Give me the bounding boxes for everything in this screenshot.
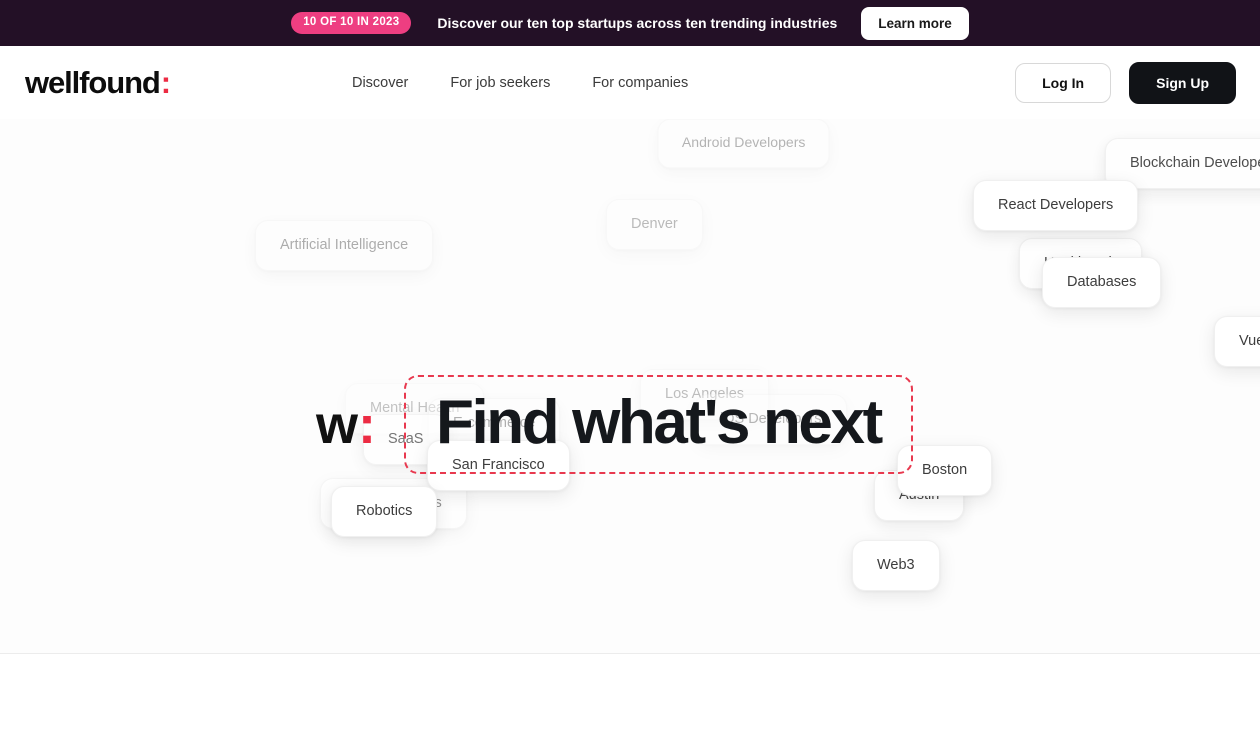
announcement-badge: 10 OF 10 IN 2023 bbox=[291, 11, 412, 35]
announcement-banner: 10 OF 10 IN 2023 Discover our ten top st… bbox=[0, 0, 1260, 46]
page-title: Find what's next bbox=[436, 388, 883, 457]
hero-mark-letter: w bbox=[316, 394, 358, 455]
floating-tag[interactable]: Vue bbox=[1214, 316, 1260, 367]
hero-section: Android DevelopersBlockchain DevelopersR… bbox=[0, 119, 1260, 654]
hero-headline: w : Find what's next bbox=[316, 375, 913, 475]
wellfound-mark-icon: w : bbox=[316, 394, 376, 455]
nav-item-for-job-seekers[interactable]: For job seekers bbox=[450, 75, 550, 91]
floating-tag[interactable]: Databases bbox=[1042, 257, 1162, 308]
hero-mark-colon: : bbox=[358, 394, 376, 455]
announcement-text: Discover our ten top startups across ten… bbox=[437, 15, 838, 31]
brand-wordmark: wellfound bbox=[25, 64, 161, 100]
wellfound-logo[interactable]: wellfound : bbox=[25, 64, 171, 101]
main-navigation: Discover For job seekers For companies bbox=[352, 75, 688, 91]
hero-title-highlight-box: Find what's next bbox=[404, 375, 913, 475]
announcement-content: 10 OF 10 IN 2023 Discover our ten top st… bbox=[291, 6, 969, 40]
sign-up-button[interactable]: Sign Up bbox=[1129, 61, 1236, 104]
floating-tag[interactable]: Robotics bbox=[331, 486, 438, 537]
nav-item-discover[interactable]: Discover bbox=[352, 75, 408, 91]
page-body-placeholder bbox=[0, 654, 1260, 753]
brand-colon-icon: : bbox=[160, 64, 171, 100]
floating-tag[interactable]: Android Developers bbox=[657, 119, 830, 168]
nav-item-for-companies[interactable]: For companies bbox=[592, 75, 688, 91]
floating-tag[interactable]: Artificial Intelligence bbox=[255, 220, 434, 271]
floating-tag[interactable]: Denver bbox=[606, 199, 703, 250]
floating-tag[interactable]: React Developers bbox=[973, 180, 1139, 231]
site-header: wellfound : Discover For job seekers For… bbox=[0, 46, 1260, 119]
hero-divider bbox=[0, 653, 1260, 654]
log-in-button[interactable]: Log In bbox=[1015, 62, 1112, 103]
header-actions: Log In Sign Up bbox=[1015, 61, 1236, 104]
floating-tag[interactable]: Web3 bbox=[852, 540, 940, 591]
learn-more-button[interactable]: Learn more bbox=[861, 6, 969, 40]
